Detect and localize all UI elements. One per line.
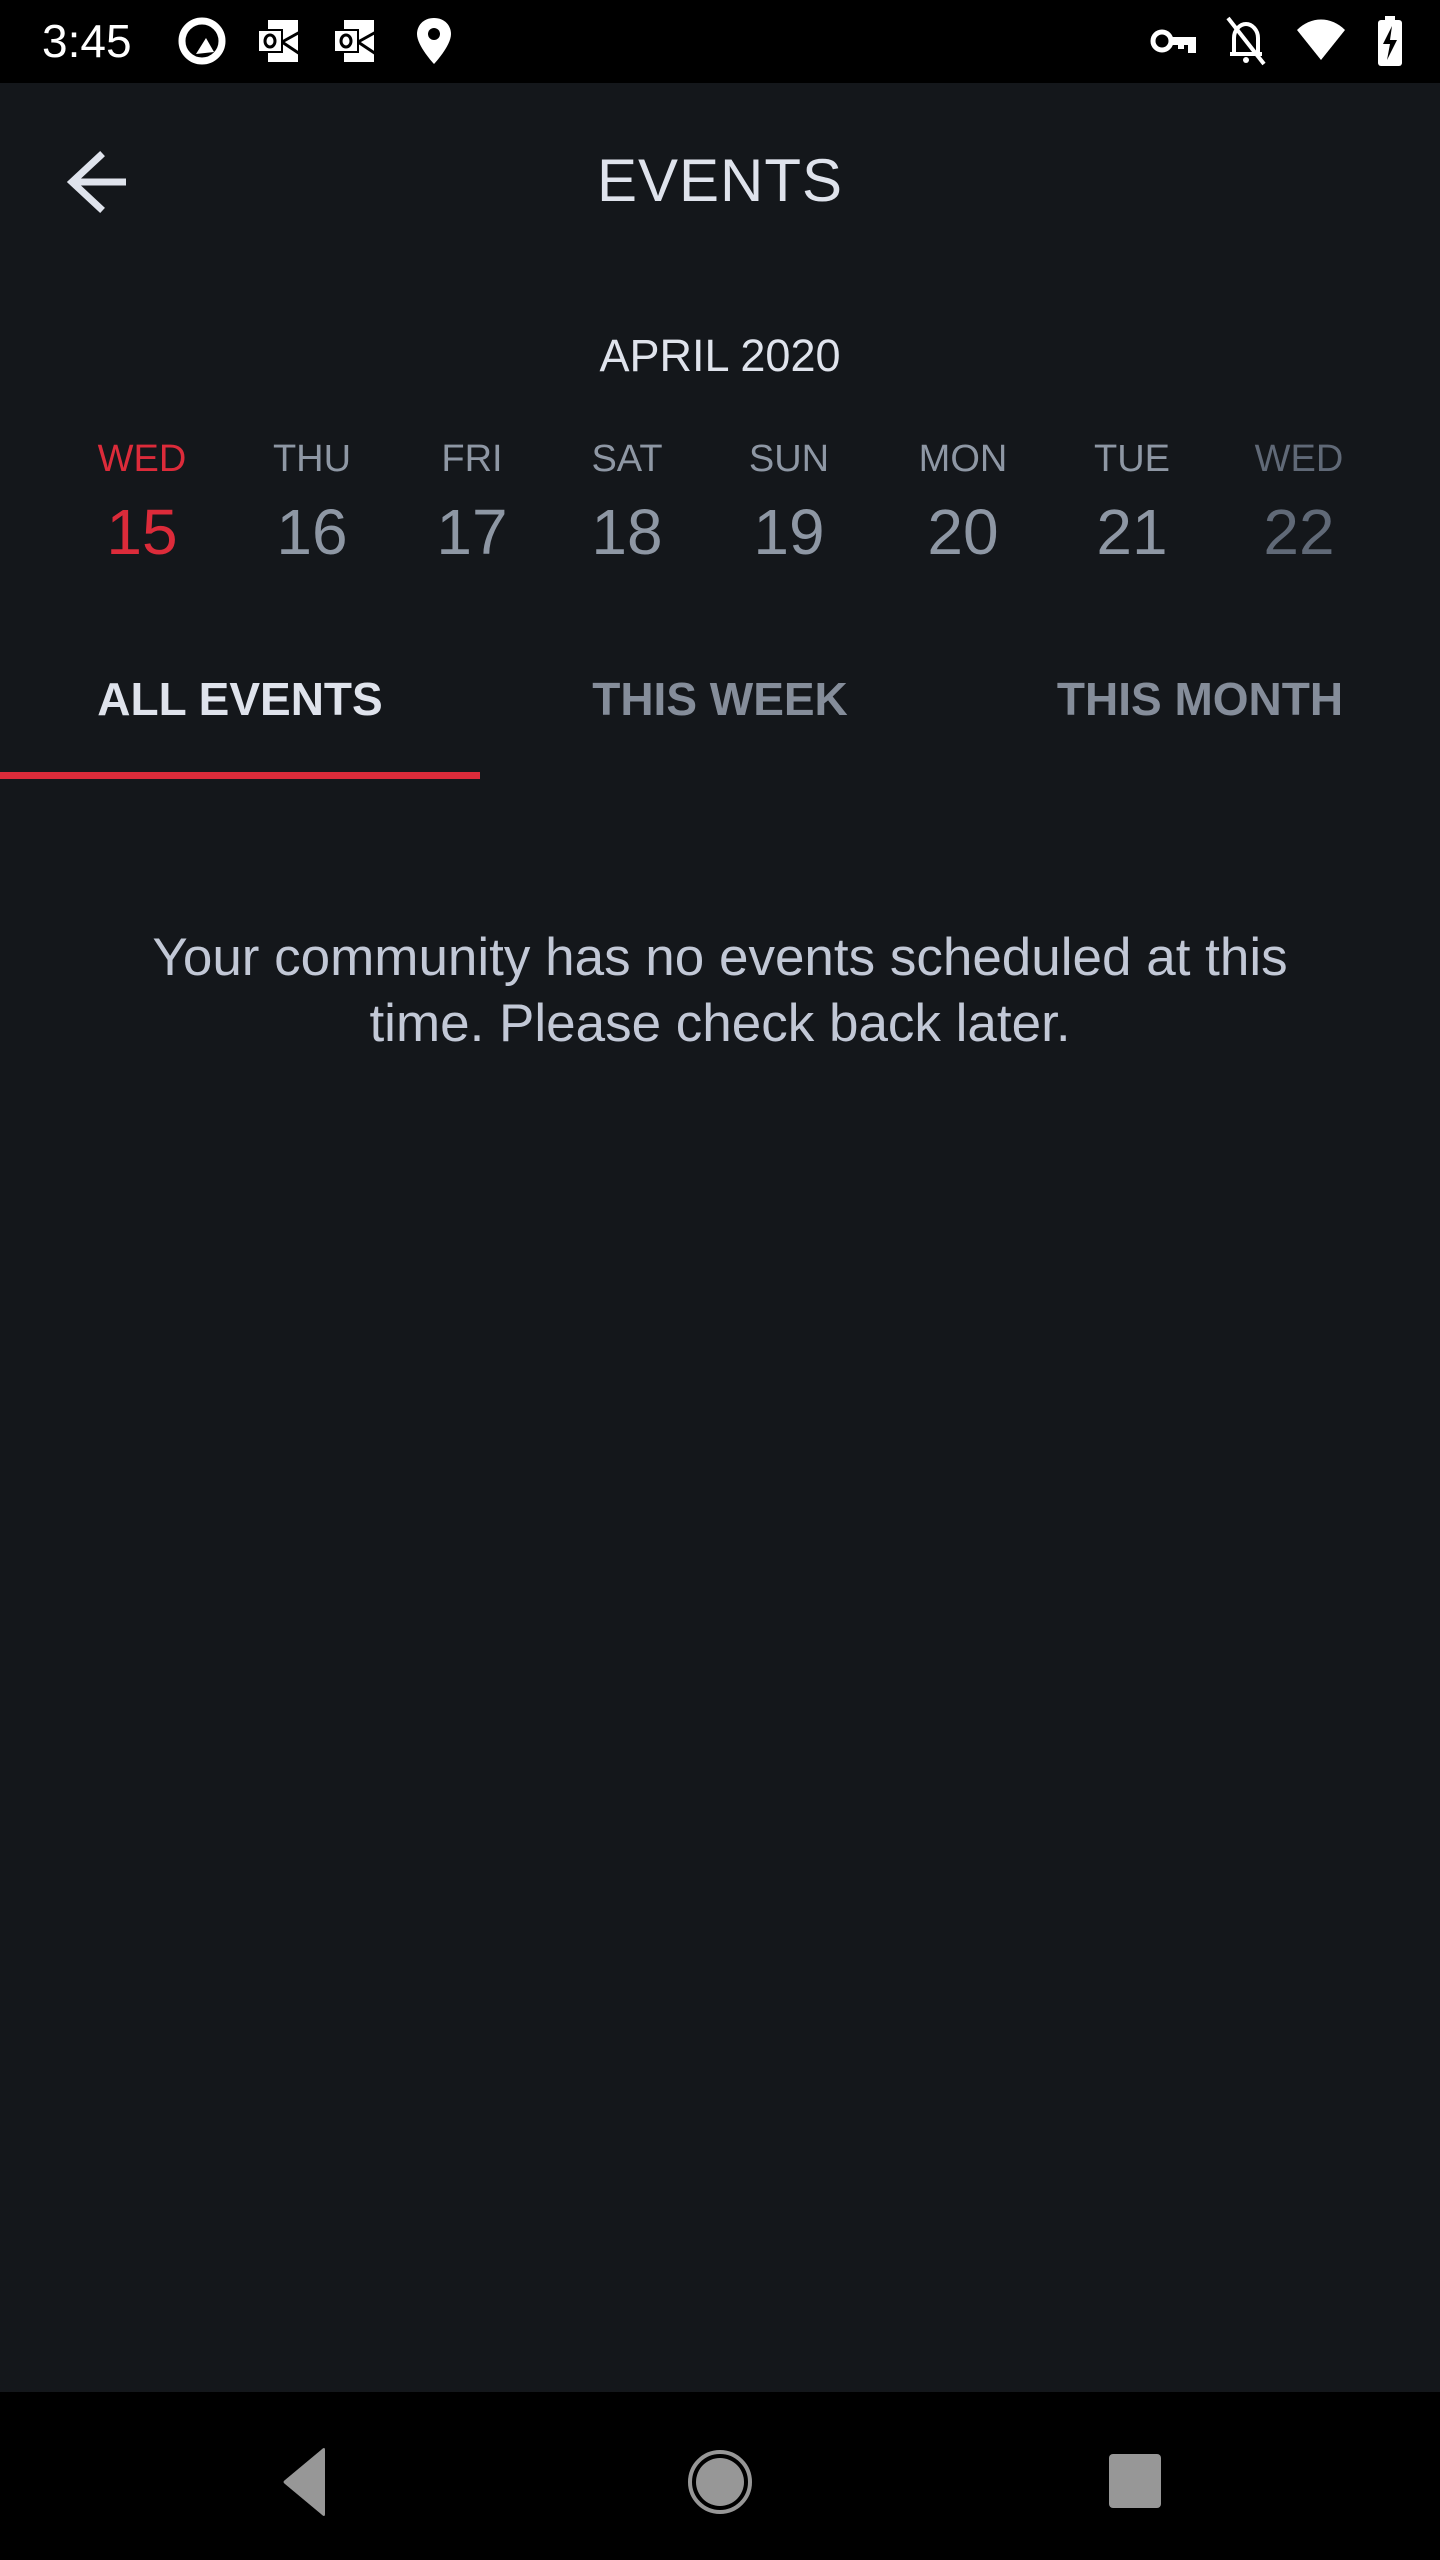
notifications-off-icon bbox=[1226, 16, 1266, 66]
back-triangle-icon[interactable] bbox=[255, 2432, 355, 2532]
day-number: 19 bbox=[753, 496, 825, 568]
tab-this-week[interactable]: THIS WEEK bbox=[480, 672, 960, 726]
day-number: 22 bbox=[1263, 496, 1335, 568]
day-of-week: WED bbox=[1254, 438, 1344, 480]
recents-square-icon[interactable] bbox=[1085, 2432, 1185, 2532]
tab-all-events[interactable]: ALL EVENTS bbox=[0, 672, 480, 726]
calendar-day[interactable]: FRI 17 bbox=[392, 438, 552, 569]
status-time: 3:45 bbox=[42, 15, 132, 67]
month-label: APRIL 2020 bbox=[599, 330, 841, 381]
calendar-day[interactable]: SUN 19 bbox=[709, 438, 869, 569]
active-tab-indicator bbox=[0, 772, 480, 779]
day-of-week: FRI bbox=[441, 438, 503, 480]
calendar-day[interactable]: SAT 18 bbox=[547, 438, 707, 569]
location-pin-icon bbox=[417, 18, 451, 64]
day-of-week: TUE bbox=[1094, 438, 1170, 480]
day-of-week: WED bbox=[97, 438, 187, 480]
battery-charging-icon bbox=[1378, 16, 1402, 66]
day-of-week: MON bbox=[918, 438, 1008, 480]
page-title: EVENTS bbox=[596, 147, 844, 214]
calendar-day[interactable]: MON 20 bbox=[883, 438, 1043, 569]
tab-this-month[interactable]: THIS MONTH bbox=[960, 672, 1440, 726]
home-circle-icon[interactable] bbox=[670, 2432, 770, 2532]
wifi-icon bbox=[1297, 19, 1345, 60]
outlook-icon bbox=[333, 20, 377, 62]
status-bar: 3:45 bbox=[0, 0, 1440, 83]
calendar-day[interactable]: THU 16 bbox=[232, 438, 392, 569]
empty-state-message: Your community has no events scheduled a… bbox=[152, 928, 1288, 1053]
vpn-key-icon bbox=[1150, 29, 1196, 53]
day-number: 17 bbox=[436, 496, 508, 568]
day-of-week: THU bbox=[272, 438, 352, 480]
day-number: 16 bbox=[276, 496, 348, 568]
day-number: 20 bbox=[927, 496, 999, 568]
calendar-day[interactable]: WED 22 bbox=[1219, 438, 1379, 569]
system-nav-bar bbox=[0, 2392, 1440, 2560]
day-number: 15 bbox=[106, 496, 178, 568]
day-number: 18 bbox=[591, 496, 663, 568]
outlook-icon bbox=[257, 20, 301, 62]
q-launcher-icon bbox=[178, 17, 226, 65]
calendar-day[interactable]: TUE 21 bbox=[1052, 438, 1212, 569]
day-number: 21 bbox=[1096, 496, 1168, 568]
day-of-week: SAT bbox=[591, 438, 663, 480]
calendar-day[interactable]: WED 15 bbox=[62, 438, 222, 569]
event-filter-tabs: ALL EVENTS THIS WEEK THIS MONTH bbox=[0, 640, 1440, 780]
day-of-week: SUN bbox=[748, 438, 830, 480]
